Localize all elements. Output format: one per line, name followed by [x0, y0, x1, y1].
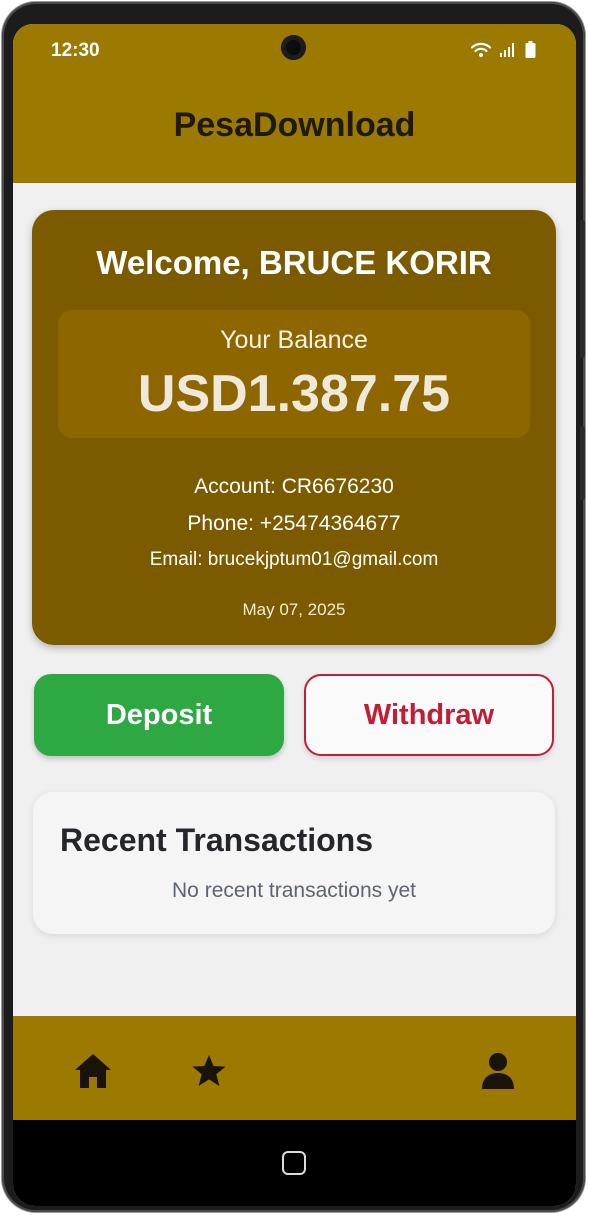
battery-icon — [525, 41, 536, 63]
deposit-button[interactable]: Deposit — [34, 674, 284, 756]
profile-icon[interactable] — [477, 1050, 519, 1092]
home-icon[interactable] — [72, 1050, 114, 1092]
star-icon[interactable] — [188, 1050, 230, 1092]
account-number: Account: CR6676230 — [194, 475, 394, 498]
transactions-empty-message: No recent transactions yet — [172, 879, 416, 902]
email-address: Email: brucekjptum01@gmail.com — [149, 549, 439, 570]
power-button — [580, 426, 585, 500]
withdraw-button[interactable]: Withdraw — [304, 674, 554, 756]
welcome-text: Welcome, BRUCE KORIR — [96, 244, 492, 281]
phone-frame: 12:30 PesaDownload Welcome, BRUCE KORIR … — [2, 2, 585, 1212]
wifi-icon — [470, 42, 492, 63]
recent-transactions-card: Recent Transactions No recent transactio… — [33, 792, 555, 934]
volume-button — [580, 220, 585, 358]
bottom-navigation — [13, 1016, 576, 1120]
balance-panel: Your Balance USD1.387.75 — [58, 310, 530, 438]
front-camera — [281, 35, 306, 60]
transactions-title: Recent Transactions — [60, 822, 373, 858]
system-home-button[interactable] — [282, 1151, 306, 1175]
system-navigation-bar — [13, 1120, 576, 1206]
status-icons — [470, 41, 536, 63]
balance-label: Your Balance — [220, 326, 368, 354]
account-card: Welcome, BRUCE KORIR Your Balance USD1.3… — [32, 210, 556, 645]
balance-value: USD1.387.75 — [137, 365, 451, 423]
phone-number: Phone: +25474364677 — [187, 512, 401, 535]
current-date: May 07, 2025 — [242, 600, 346, 619]
app-header: 12:30 PesaDownload — [13, 24, 576, 183]
signal-icon — [499, 42, 517, 63]
app-title: PesaDownload — [173, 106, 416, 144]
screen: 12:30 PesaDownload Welcome, BRUCE KORIR … — [13, 24, 576, 1206]
status-time: 12:30 — [51, 40, 100, 61]
